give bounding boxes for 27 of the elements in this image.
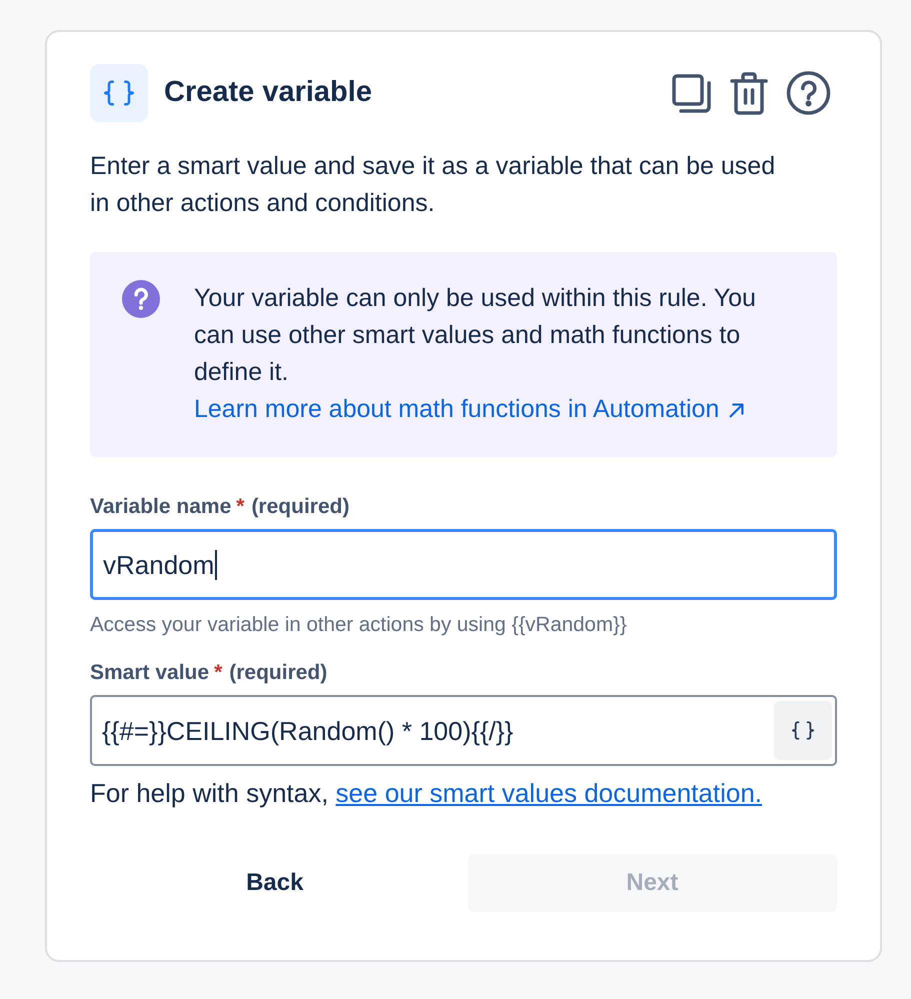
dialog-description: Enter a smart value and save it as a variable that can be used in other actions and conditions.: [90, 151, 776, 219]
input-value: vRandom: [103, 548, 214, 582]
trash-icon[interactable]: [730, 72, 768, 114]
input-value: {{#=}}CEILING(Random() * 100){{/}}: [102, 714, 514, 748]
braces-button[interactable]: [774, 701, 832, 760]
help-icon: [122, 280, 160, 318]
help-text: For help with syntax, see our smart values documentation.: [90, 777, 764, 810]
helper-text: Access your variable in other actions by using {{vRandom}}: [90, 612, 628, 638]
learn-more-link[interactable]: Learn more about math functions in Automation: [194, 395, 744, 423]
required-note: (required): [229, 660, 328, 686]
dialog-title: Create variable: [164, 75, 372, 110]
required-asterisk: *: [214, 660, 222, 686]
documentation-link[interactable]: see our smart values documentation.: [336, 778, 762, 808]
field-label: Smart value: [90, 660, 210, 686]
required-asterisk: *: [236, 494, 244, 520]
braces-icon: [792, 721, 814, 740]
required-note: (required): [251, 494, 350, 520]
text-cursor-icon: [215, 550, 218, 580]
braces-icon: [104, 80, 134, 106]
info-text: Your variable can only be used within this rule. You can use other smart values and math functions to define it. Learn more about math functions in Automation: [194, 283, 757, 425]
help-icon[interactable]: [786, 71, 831, 115]
secondary-button[interactable]: Back: [90, 854, 460, 912]
field-label: Variable name: [90, 494, 232, 520]
input-field[interactable]: vRandom: [90, 529, 837, 600]
input-field[interactable]: {{#=}}CEILING(Random() * 100){{/}}: [90, 695, 837, 766]
external-link-icon: [729, 403, 744, 418]
copy-icon[interactable]: [672, 74, 712, 112]
